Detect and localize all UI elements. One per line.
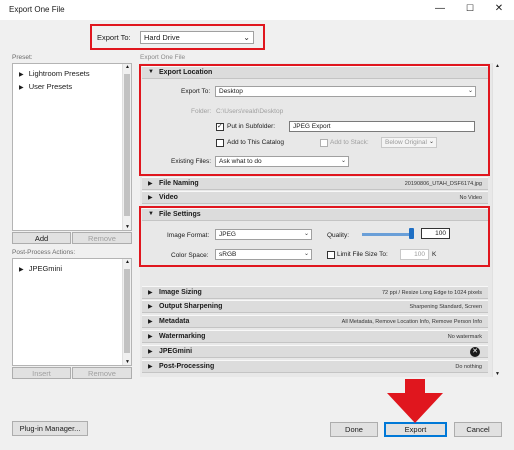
preset-scrollbar[interactable]: ▲ ▼ — [122, 64, 131, 230]
section-header-video[interactable]: ▶ Video No Video — [142, 191, 488, 204]
export-to-value: Hard Drive — [144, 33, 180, 42]
window-title: Export One File — [9, 5, 65, 14]
image-sizing-summary: 72 ppi / Resize Long Edge to 1024 pixels — [382, 290, 482, 296]
insert-action-button[interactable]: Insert — [12, 367, 71, 379]
cancel-button[interactable]: Cancel — [454, 422, 502, 437]
output-sharpening-summary: Sharpening Standard, Screen — [409, 304, 482, 310]
section-header-metadata[interactable]: ▶ Metadata All Metadata, Remove Location… — [142, 315, 488, 328]
chevron-down-icon: ⌄ — [243, 33, 250, 42]
preset-list[interactable]: ▶ Lightroom Presets ▶ User Presets ▲ ▼ — [12, 63, 132, 231]
collapsed-triangle-icon: ▶ — [148, 349, 153, 355]
section-header-output-sharpening[interactable]: ▶ Output Sharpening Sharpening Standard,… — [142, 300, 488, 313]
export-to-select[interactable]: Hard Drive ⌄ — [140, 31, 254, 44]
collapsed-triangle-icon: ▶ — [148, 195, 153, 201]
add-preset-button[interactable]: Add — [12, 232, 71, 244]
export-one-file-label: Export One File — [140, 54, 186, 61]
close-icon[interactable]: ✕ — [488, 3, 510, 14]
export-button[interactable]: Export — [384, 422, 447, 437]
expand-triangle-icon: ▶ — [19, 85, 24, 91]
scroll-up-icon[interactable]: ▲ — [495, 63, 500, 69]
maximize-icon[interactable]: ☐ — [459, 3, 481, 14]
expand-triangle-icon: ▶ — [19, 267, 24, 273]
collapsed-triangle-icon: ▶ — [148, 181, 153, 187]
collapsed-triangle-icon: ▶ — [148, 334, 153, 340]
video-summary: No Video — [459, 195, 482, 201]
export-to-label: Export To: — [97, 33, 131, 42]
section-header-file-naming[interactable]: ▶ File Naming 20190806_UTAH_DSF6174.jpg — [142, 177, 488, 190]
settings-scrollbar[interactable]: ▲ ▼ — [492, 63, 501, 377]
plugin-manager-button[interactable]: Plug-in Manager... — [12, 421, 88, 436]
post-process-list[interactable]: ▶ JPEGmini ▲ ▼ — [12, 258, 132, 366]
done-button[interactable]: Done — [330, 422, 378, 437]
scroll-down-icon[interactable]: ▼ — [125, 224, 130, 230]
remove-plugin-icon[interactable]: ✕ — [470, 347, 480, 357]
preset-label: Preset: — [12, 54, 33, 61]
post-process-scrollbar[interactable]: ▲ ▼ — [122, 259, 131, 365]
preset-item-lightroom[interactable]: ▶ Lightroom Presets — [19, 69, 90, 78]
minimize-icon[interactable]: — — [429, 3, 451, 14]
scroll-up-icon[interactable]: ▲ — [125, 64, 130, 70]
remove-action-button[interactable]: Remove — [72, 367, 132, 379]
post-process-item-jpegmini[interactable]: ▶ JPEGmini — [19, 264, 62, 273]
metadata-summary: All Metadata, Remove Location Info, Remo… — [341, 319, 482, 325]
collapsed-triangle-icon: ▶ — [148, 304, 153, 310]
post-processing-summary: Do nothing — [455, 364, 482, 370]
section-header-image-sizing[interactable]: ▶ Image Sizing 72 ppi / Resize Long Edge… — [142, 286, 488, 299]
scrollbar-thumb[interactable] — [124, 269, 130, 353]
scroll-down-icon[interactable]: ▼ — [495, 371, 500, 377]
title-bar: Export One File — ☐ ✕ — [0, 0, 514, 20]
section-header-post-processing[interactable]: ▶ Post-Processing Do nothing — [142, 360, 488, 373]
remove-preset-button[interactable]: Remove — [72, 232, 132, 244]
file-settings-highlight — [139, 206, 490, 267]
section-header-watermarking[interactable]: ▶ Watermarking No watermark — [142, 330, 488, 343]
post-process-label: Post-Process Actions: — [12, 249, 76, 256]
section-header-jpegmini[interactable]: ▶ JPEGmini ✕ — [142, 345, 488, 358]
collapsed-triangle-icon: ▶ — [148, 319, 153, 325]
collapsed-triangle-icon: ▶ — [148, 364, 153, 370]
preset-item-user[interactable]: ▶ User Presets — [19, 82, 72, 91]
collapsed-triangle-icon: ▶ — [148, 290, 153, 296]
red-arrow-annotation — [387, 379, 443, 423]
file-naming-summary: 20190806_UTAH_DSF6174.jpg — [404, 181, 482, 187]
scroll-down-icon[interactable]: ▼ — [125, 359, 130, 365]
scrollbar-thumb[interactable] — [124, 74, 130, 216]
scroll-up-icon[interactable]: ▲ — [125, 259, 130, 265]
watermarking-summary: No watermark — [447, 334, 482, 340]
export-location-highlight — [139, 64, 490, 176]
expand-triangle-icon: ▶ — [19, 72, 24, 78]
